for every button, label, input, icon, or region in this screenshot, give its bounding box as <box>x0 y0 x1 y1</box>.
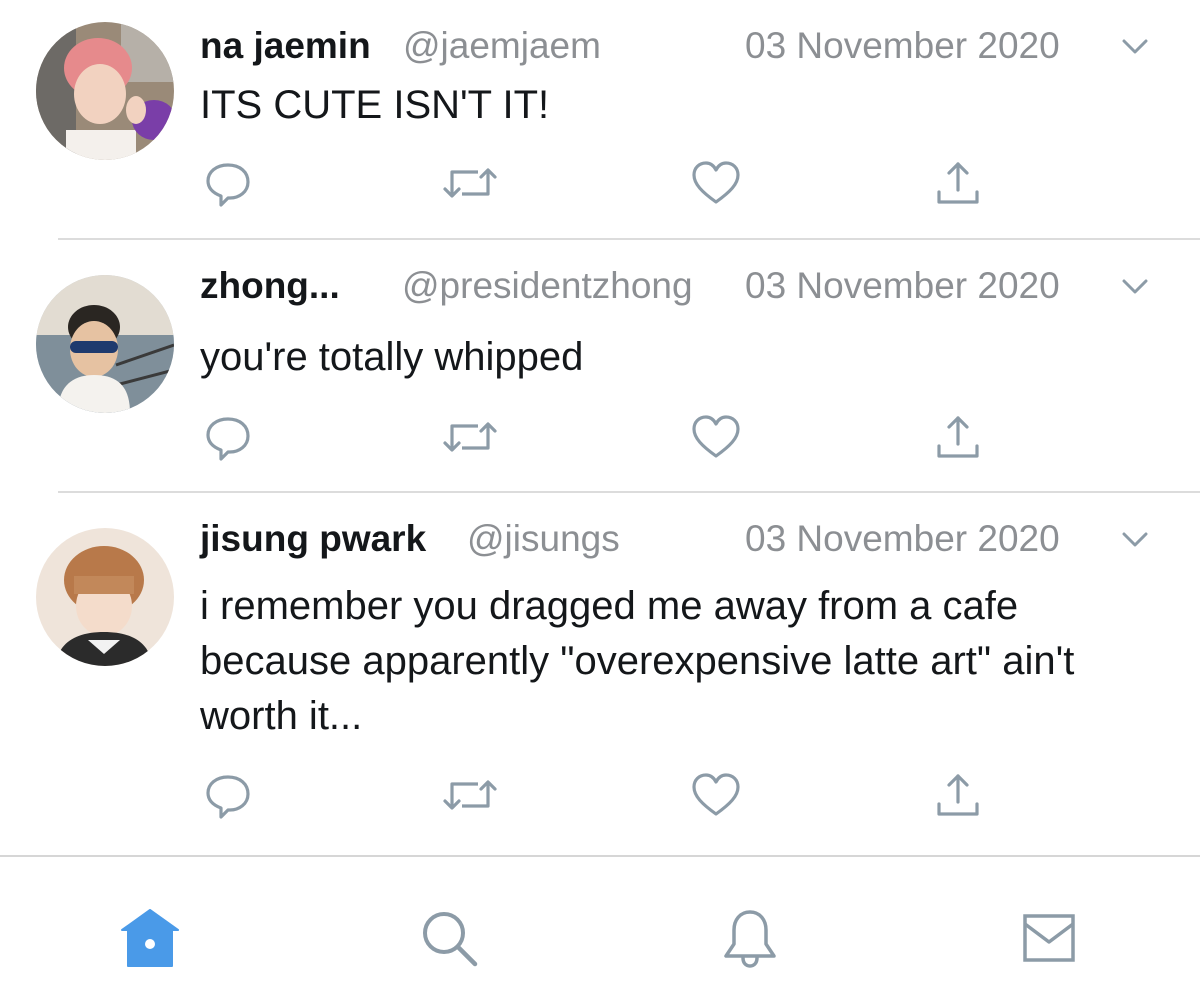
display-name[interactable]: zhong... <box>200 265 340 307</box>
tweet-actions <box>200 412 1000 462</box>
like-icon <box>692 415 740 458</box>
avatar[interactable] <box>36 275 174 413</box>
reply-icon <box>206 163 250 207</box>
chevron-down-icon[interactable] <box>1118 269 1152 303</box>
tweet-date: 03 November 2020 <box>745 265 1060 306</box>
tweet[interactable]: na jaemin @jaemjaem 03 November 2020 ITS… <box>0 0 1200 240</box>
tweet[interactable]: zhong... @presidentzhong 03 November 202… <box>0 240 1200 493</box>
messages-icon <box>1023 914 1075 962</box>
share-icon <box>937 774 979 816</box>
reply-icon <box>206 417 250 461</box>
avatar[interactable] <box>36 528 174 666</box>
user-handle[interactable]: @jaemjaem <box>403 25 601 67</box>
like-button[interactable] <box>688 770 744 820</box>
retweet-icon <box>443 780 497 810</box>
share-icon <box>937 416 979 458</box>
timeline: na jaemin @jaemjaem 03 November 2020 ITS… <box>0 0 1200 855</box>
retweet-button[interactable] <box>442 158 498 208</box>
like-icon <box>692 161 740 204</box>
tweet-text: i remember you dragged me away from a ca… <box>200 584 1075 738</box>
tab-bar <box>0 855 1200 1003</box>
home-icon <box>121 909 179 967</box>
tab-notifications[interactable] <box>715 903 785 973</box>
display-name[interactable]: jisung pwark <box>200 518 426 560</box>
tweet-actions <box>200 158 1000 208</box>
tweet[interactable]: jisung pwark @jisungs 03 November 2020 i… <box>0 493 1200 855</box>
notifications-icon <box>724 910 776 968</box>
tab-messages[interactable] <box>1014 903 1084 973</box>
retweet-button[interactable] <box>442 770 498 820</box>
tweet-text: ITS CUTE ISN'T IT! <box>200 83 550 127</box>
share-button[interactable] <box>930 412 986 462</box>
reply-icon <box>206 775 250 819</box>
like-button[interactable] <box>688 412 744 462</box>
reply-button[interactable] <box>200 158 256 208</box>
retweet-button[interactable] <box>442 412 498 462</box>
share-icon <box>937 162 979 204</box>
like-button[interactable] <box>688 158 744 208</box>
search-icon <box>423 912 478 967</box>
display-name[interactable]: na jaemin <box>200 25 371 67</box>
user-handle[interactable]: @jisungs <box>467 518 620 560</box>
chevron-down-icon[interactable] <box>1118 522 1152 556</box>
tweet-text: you're totally whipped <box>200 335 584 379</box>
share-button[interactable] <box>930 770 986 820</box>
retweet-icon <box>443 422 497 452</box>
tweet-actions <box>200 770 1000 820</box>
chevron-down-icon[interactable] <box>1118 29 1152 63</box>
reply-button[interactable] <box>200 770 256 820</box>
tweet-date: 03 November 2020 <box>745 25 1060 66</box>
tweet-date: 03 November 2020 <box>745 518 1060 559</box>
user-handle[interactable]: @presidentzhong <box>402 265 693 307</box>
share-button[interactable] <box>930 158 986 208</box>
reply-button[interactable] <box>200 412 256 462</box>
tab-home[interactable] <box>115 903 185 973</box>
tab-search[interactable] <box>414 903 484 973</box>
like-icon <box>692 773 740 816</box>
avatar[interactable] <box>36 22 174 160</box>
retweet-icon <box>443 168 497 198</box>
